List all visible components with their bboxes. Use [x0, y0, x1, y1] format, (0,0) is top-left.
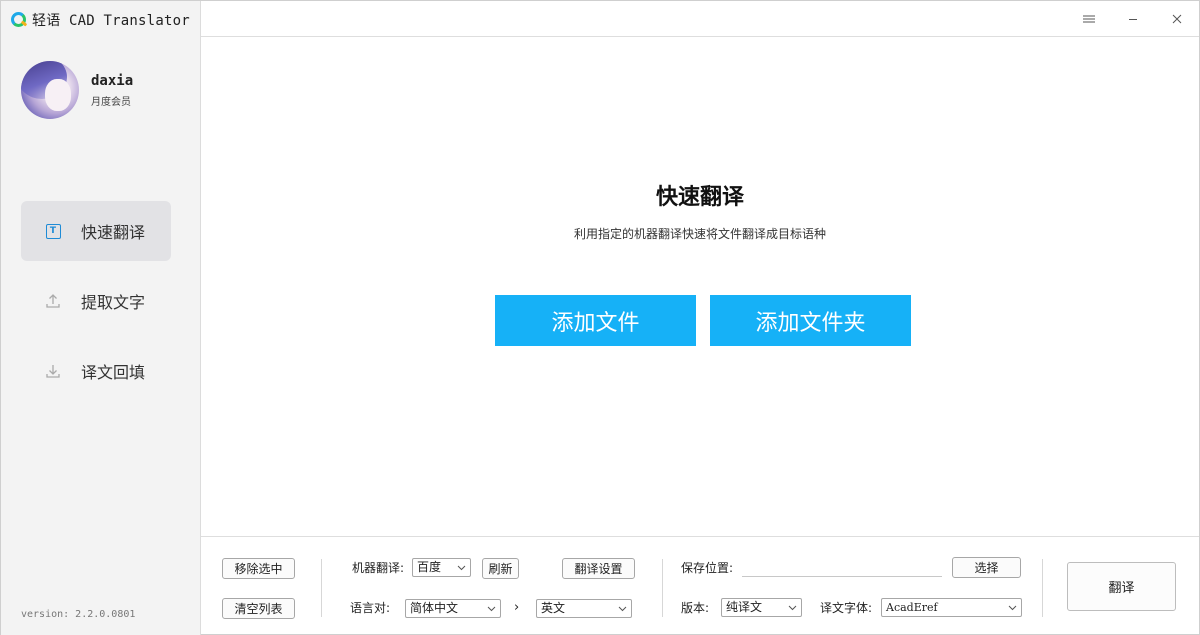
- main-panel: 快速翻译 利用指定的机器翻译快速将文件翻译成目标语种 添加文件 添加文件夹: [201, 37, 1199, 536]
- divider: [662, 559, 663, 617]
- source-language-value: 简体中文: [410, 601, 459, 615]
- chevron-down-icon: [618, 606, 627, 612]
- app-title-bar: 轻语 CAD Translator: [10, 9, 190, 31]
- version-select-label: 版本:: [681, 601, 710, 615]
- close-icon: [1172, 14, 1182, 24]
- upload-icon: [45, 293, 61, 309]
- machine-translation-select[interactable]: 百度: [412, 558, 471, 577]
- page-title: 快速翻译: [655, 184, 744, 210]
- font-select-label: 译文字体:: [820, 601, 873, 615]
- translate-button[interactable]: 翻译: [1067, 562, 1176, 611]
- nav-item-label: 快速翻译: [81, 223, 146, 242]
- nav-item-backfill[interactable]: 译文回填: [21, 341, 171, 401]
- menu-button[interactable]: [1067, 1, 1111, 37]
- language-pair-label: 语言对:: [350, 601, 391, 615]
- hamburger-icon: [1083, 15, 1095, 23]
- language-arrow: ›: [514, 600, 520, 615]
- minimize-icon: [1129, 19, 1137, 20]
- divider: [321, 559, 322, 617]
- save-location-label: 保存位置:: [681, 561, 734, 575]
- chevron-down-icon: [788, 605, 797, 611]
- target-language-value: 英文: [541, 601, 566, 615]
- add-file-button[interactable]: 添加文件: [495, 295, 696, 346]
- font-select-value: AcadEref: [886, 601, 938, 614]
- chevron-down-icon: [487, 606, 496, 612]
- nav-item-quick-translate[interactable]: T 快速翻译: [21, 201, 171, 261]
- save-path-field[interactable]: [742, 576, 942, 577]
- nav-item-label: 提取文字: [81, 293, 146, 312]
- refresh-button[interactable]: 刷新: [482, 558, 519, 579]
- download-icon: [45, 363, 61, 379]
- close-button[interactable]: [1155, 1, 1199, 37]
- font-select[interactable]: AcadEref: [881, 598, 1022, 617]
- sidebar: 轻语 CAD Translator daxia 月度会员 T 快速翻译 提取文字…: [1, 1, 201, 635]
- machine-translation-value: 百度: [417, 560, 442, 574]
- user-profile[interactable]: daxia 月度会员: [21, 61, 133, 119]
- text-t-icon: T: [45, 223, 61, 239]
- nav-item-extract-text[interactable]: 提取文字: [21, 271, 171, 331]
- avatar[interactable]: [21, 61, 79, 119]
- chevron-down-icon: [1008, 605, 1017, 611]
- title-bar: [201, 1, 1199, 37]
- clear-list-button[interactable]: 清空列表: [222, 598, 295, 619]
- app-window: 轻语 CAD Translator daxia 月度会员 T 快速翻译 提取文字…: [0, 0, 1200, 635]
- page-subtitle: 利用指定的机器翻译快速将文件翻译成目标语种: [573, 227, 826, 241]
- app-logo-icon: [10, 11, 28, 29]
- add-folder-button[interactable]: 添加文件夹: [710, 295, 911, 346]
- user-name: daxia: [91, 72, 134, 89]
- machine-translation-label: 机器翻译:: [352, 561, 405, 575]
- app-title: 轻语 CAD Translator: [32, 13, 190, 29]
- remove-selected-button[interactable]: 移除选中: [222, 558, 295, 579]
- version-select-value: 纯译文: [726, 600, 763, 614]
- source-language-select[interactable]: 简体中文: [405, 599, 501, 618]
- chevron-down-icon: [457, 565, 466, 571]
- divider: [1042, 559, 1043, 617]
- target-language-select[interactable]: 英文: [536, 599, 632, 618]
- membership-level: 月度会员: [91, 96, 131, 108]
- version-label: version: 2.2.0.0801: [21, 609, 136, 620]
- version-select[interactable]: 纯译文: [721, 598, 802, 617]
- translation-settings-button[interactable]: 翻译设置: [562, 558, 635, 579]
- bottom-toolbar: 移除选中 清空列表 机器翻译: 百度 刷新 翻译设置 语言对: 简体中文 › 英…: [201, 536, 1199, 634]
- choose-path-button[interactable]: 选择: [952, 557, 1021, 578]
- nav-item-label: 译文回填: [81, 363, 146, 382]
- minimize-button[interactable]: [1111, 1, 1155, 37]
